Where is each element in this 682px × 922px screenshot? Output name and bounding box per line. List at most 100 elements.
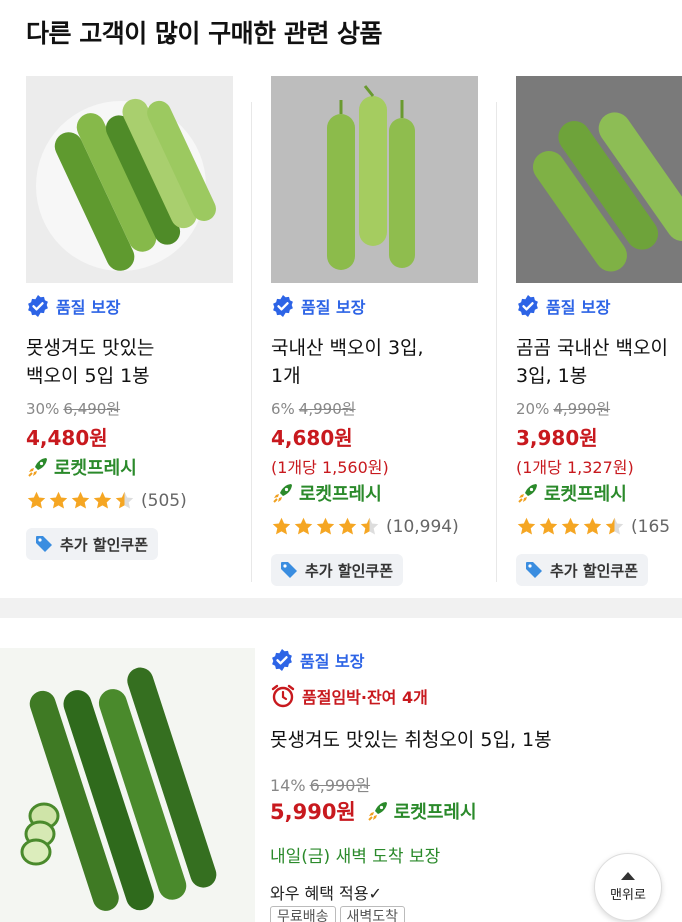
discount-line: 14% 6,990원 (270, 772, 370, 796)
star-icon (49, 491, 68, 509)
wow-benefit: 와우 혜택 적용✓ (270, 884, 382, 903)
section-divider (0, 598, 682, 618)
badge-label: 품질 보장 (300, 652, 365, 671)
rocket-fresh-badge: 로켓프레시 (26, 454, 137, 480)
product-name-line1: 못생겨도 맛있는 (26, 337, 155, 359)
soldout-label: 품절임박·잔여 4개 (302, 688, 428, 707)
section-title: 다른 고객이 많이 구매한 관련 상품 (26, 19, 383, 48)
tag-dawn-delivery: 새벽도착 (339, 906, 406, 922)
star-icon (539, 517, 558, 535)
product-name[interactable]: 국내산 백오이 3입, 1개 (271, 334, 486, 390)
rocket-fresh-badge: 로켓프레시 (516, 480, 627, 506)
star-icon (360, 517, 379, 535)
quality-badge: 품질 보장 (270, 648, 364, 672)
card-divider (251, 102, 252, 582)
star-icon (93, 491, 112, 509)
star-icon (272, 517, 291, 535)
star-icon (27, 491, 46, 509)
rating: (10,994) (271, 516, 459, 537)
rocket-fresh-badge: 로켓프레시 (271, 480, 382, 506)
tag-free-shipping: 무료배송 (270, 906, 336, 922)
star-rating (271, 516, 380, 537)
discount-rate: 30% (26, 400, 60, 418)
rocket-label: 로켓프레시 (299, 484, 382, 505)
scroll-to-top-button[interactable]: 맨위로 (594, 853, 662, 921)
product-name-line2: 3입, 1봉 (516, 365, 588, 387)
unit-price: (1개당 1,560원) (271, 458, 389, 477)
tag-list: 무료배송 새벽도착 (270, 906, 406, 922)
star-icon (71, 491, 90, 509)
rocket-icon (273, 484, 292, 503)
coupon-label: 추가 할인쿠폰 (550, 561, 639, 580)
badge-label: 품질 보장 (301, 298, 366, 317)
rocket-icon (518, 484, 537, 503)
product-name[interactable]: 못생겨도 맛있는 취청오이 5입, 1봉 (270, 726, 670, 754)
star-icon (583, 517, 602, 535)
coupon-button[interactable]: 추가 할인쿠폰 (271, 554, 404, 586)
rocket-label: 로켓프레시 (54, 458, 137, 479)
sale-price: 5,990원 (270, 800, 356, 824)
rating: (165 (516, 516, 670, 537)
discount-rate: 14% (270, 776, 306, 795)
product-name-line1: 국내산 백오이 3입, (271, 337, 424, 359)
discount-rate: 20% (516, 400, 550, 418)
product-card[interactable]: 품질 보장 국내산 백오이 3입, 1개 6% 4,990원 4,680원 (1개… (271, 76, 478, 596)
coupon-label: 추가 할인쿠폰 (305, 561, 394, 580)
coupon-tag-icon (36, 536, 52, 552)
rocket-label: 로켓프레시 (544, 484, 627, 505)
list-item-image[interactable] (0, 648, 255, 922)
product-image[interactable] (271, 76, 478, 283)
rating: (505) (26, 490, 187, 511)
scroll-to-top-label: 맨위로 (610, 887, 646, 903)
product-image[interactable] (516, 76, 682, 283)
star-rating (516, 516, 625, 537)
alarm-clock-icon (271, 684, 295, 708)
badge-label: 품질 보장 (56, 298, 121, 317)
rocket-fresh-badge: 로켓프레시 (366, 798, 477, 824)
coupon-tag-icon (526, 562, 542, 578)
unit-price: (1개당 1,327원) (516, 458, 634, 477)
coupon-button[interactable]: 추가 할인쿠폰 (516, 554, 649, 586)
coupon-button[interactable]: 추가 할인쿠폰 (26, 528, 159, 560)
verified-check-icon (272, 649, 292, 671)
sale-price: 4,680원 (271, 426, 353, 450)
original-price: 4,990원 (553, 400, 611, 418)
verified-check-icon (518, 295, 538, 317)
star-rating (26, 490, 135, 511)
star-icon (316, 517, 335, 535)
star-icon (517, 517, 536, 535)
rocket-label: 로켓프레시 (393, 802, 477, 823)
product-name[interactable]: 곰곰 국내산 백오이 3입, 1봉 (516, 334, 682, 390)
star-icon (338, 517, 357, 535)
discount-line: 20% 4,990원 (516, 398, 610, 419)
review-count: (505) (141, 490, 187, 511)
star-icon (115, 491, 134, 509)
rocket-icon (368, 802, 387, 821)
review-count: (165 (631, 516, 671, 537)
verified-check-icon (273, 295, 293, 317)
quality-badge: 품질 보장 (271, 294, 365, 318)
star-icon (605, 517, 624, 535)
product-card[interactable]: 품질 보장 못생겨도 맛있는 백오이 5입 1봉 30% 6,490원 4,480… (26, 76, 233, 596)
product-name-line2: 백오이 5입 1봉 (26, 365, 150, 387)
review-count: (10,994) (386, 516, 459, 537)
related-products-carousel[interactable]: 품질 보장 못생겨도 맛있는 백오이 5입 1봉 30% 6,490원 4,480… (0, 76, 682, 596)
discount-rate: 6% (271, 400, 295, 418)
star-icon (294, 517, 313, 535)
original-price: 4,990원 (298, 400, 356, 418)
discount-line: 6% 4,990원 (271, 398, 356, 419)
verified-check-icon (28, 295, 48, 317)
discount-line: 30% 6,490원 (26, 398, 120, 419)
arrow-up-icon (621, 871, 635, 880)
sale-price: 3,980원 (516, 426, 598, 450)
product-name-line1: 곰곰 국내산 백오이 (516, 337, 668, 359)
original-price: 6,990원 (309, 776, 371, 795)
quality-badge: 품질 보장 (516, 294, 610, 318)
product-card[interactable]: 품질 보장 곰곰 국내산 백오이 3입, 1봉 20% 4,990원 3,980원… (516, 76, 682, 596)
coupon-label: 추가 할인쿠폰 (60, 535, 149, 554)
product-name[interactable]: 못생겨도 맛있는 백오이 5입 1봉 (26, 334, 241, 390)
coupon-tag-icon (281, 562, 297, 578)
quality-badge: 품질 보장 (26, 294, 120, 318)
product-image[interactable] (26, 76, 233, 283)
delivery-note: 내일(금) 새벽 도착 보장 (270, 847, 441, 867)
